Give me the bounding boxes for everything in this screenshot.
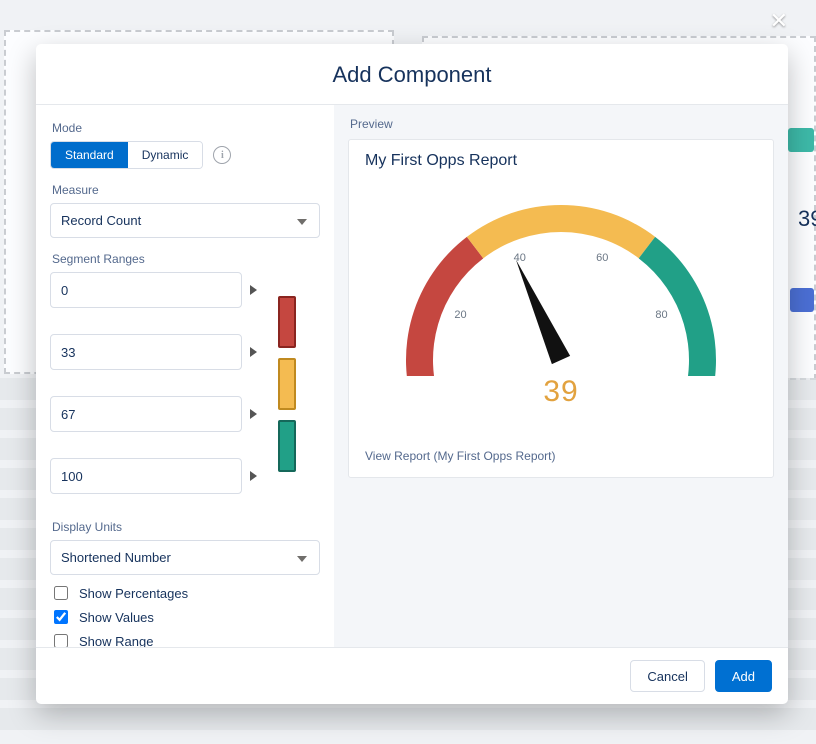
info-icon[interactable]: i [213, 146, 231, 164]
mode-dynamic-button[interactable]: Dynamic [128, 142, 203, 168]
svg-text:40: 40 [514, 252, 526, 264]
range-input-0[interactable] [50, 272, 242, 308]
measure-label: Measure [52, 183, 320, 197]
range-input-1[interactable] [50, 334, 242, 370]
gauge-value: 39 [365, 375, 757, 409]
mode-segmented-control: Standard Dynamic [50, 141, 203, 169]
svg-text:20: 20 [454, 309, 466, 321]
segment-ranges-label: Segment Ranges [52, 252, 320, 266]
preview-label: Preview [350, 117, 774, 131]
view-report-link[interactable]: View Report (My First Opps Report) [365, 449, 757, 463]
range-disclosure-3[interactable] [250, 471, 257, 481]
range-row-3 [50, 458, 320, 494]
modal-body: Mode Standard Dynamic i Measure Record C… [36, 105, 788, 647]
mode-row: Standard Dynamic i [50, 141, 320, 169]
modal-footer: Cancel Add [36, 647, 788, 704]
mode-label: Mode [52, 121, 320, 135]
show-values-checkbox[interactable] [54, 610, 68, 624]
gauge-chart: 020406080100 [391, 176, 731, 379]
range-disclosure-0[interactable] [250, 285, 257, 295]
bg-metric: 39 [798, 206, 816, 232]
config-left-pane[interactable]: Mode Standard Dynamic i Measure Record C… [36, 105, 334, 647]
cancel-button[interactable]: Cancel [630, 660, 704, 692]
range-disclosure-1[interactable] [250, 347, 257, 357]
svg-text:80: 80 [655, 309, 667, 321]
show-percentages-row[interactable]: Show Percentages [50, 583, 320, 603]
show-range-checkbox[interactable] [54, 634, 68, 647]
overlay-close-icon[interactable]: ✕ [770, 10, 788, 32]
add-button[interactable]: Add [715, 660, 772, 692]
range-input-2[interactable] [50, 396, 242, 432]
display-units-select[interactable]: Shortened Number [50, 540, 320, 575]
preview-card: My First Opps Report 020406080100 39 Vie… [348, 139, 774, 478]
bg-teal-chip [788, 128, 814, 152]
range-input-3[interactable] [50, 458, 242, 494]
preview-right-pane: Preview My First Opps Report 02040608010… [334, 105, 788, 647]
show-values-row[interactable]: Show Values [50, 607, 320, 627]
show-range-row[interactable]: Show Range [50, 631, 320, 647]
modal-title: Add Component [36, 44, 788, 105]
measure-select[interactable]: Record Count [50, 203, 320, 238]
add-component-modal: Add Component Mode Standard Dynamic i Me… [36, 44, 788, 704]
svg-text:60: 60 [596, 252, 608, 264]
show-values-label: Show Values [79, 610, 154, 625]
bg-blue-chip [790, 288, 814, 312]
gauge-wrap: 020406080100 [365, 176, 757, 379]
display-units-label: Display Units [52, 520, 320, 534]
preview-report-title: My First Opps Report [365, 152, 757, 170]
range-disclosure-2[interactable] [250, 409, 257, 419]
mode-standard-button[interactable]: Standard [51, 142, 128, 168]
show-percentages-checkbox[interactable] [54, 586, 68, 600]
show-percentages-label: Show Percentages [79, 586, 188, 601]
show-range-label: Show Range [79, 634, 153, 648]
